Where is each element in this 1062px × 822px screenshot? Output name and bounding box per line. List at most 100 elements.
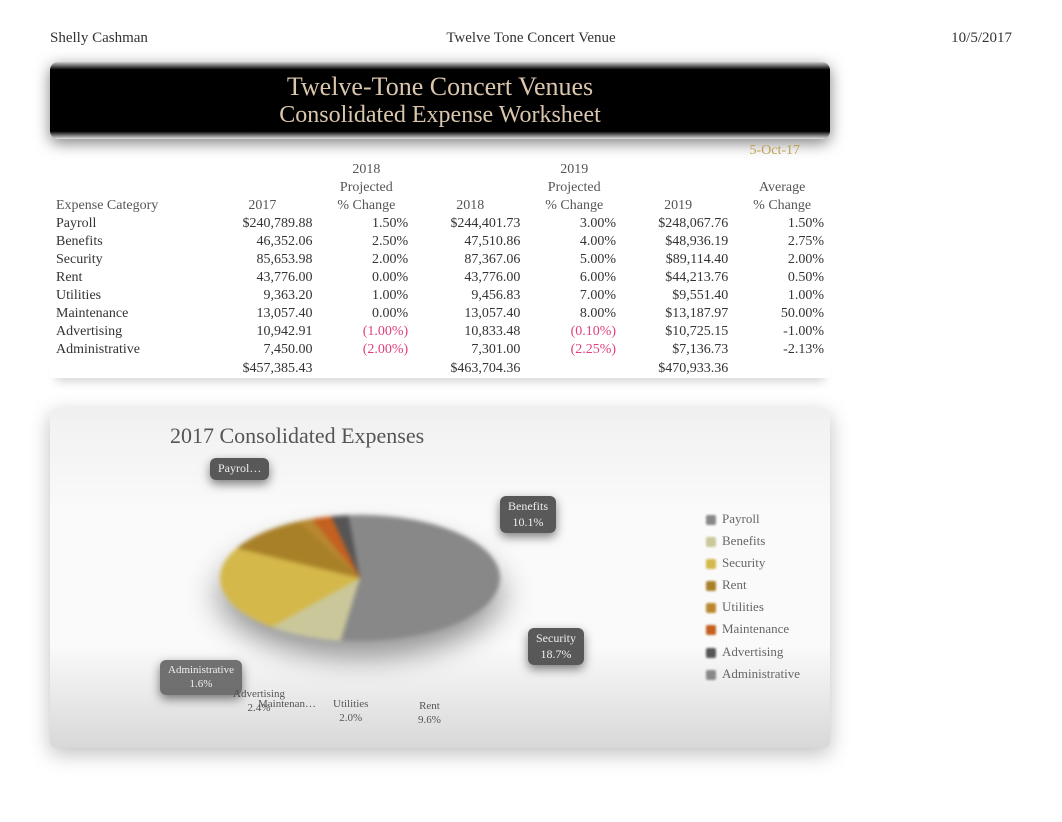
cell-2018: 47,510.86 [414, 233, 526, 251]
cell-avg: 2.75% [734, 233, 830, 251]
pie-graphic [220, 468, 500, 688]
cell-2017: 43,776.00 [206, 269, 318, 287]
table-row: Utilities9,363.201.00%9,456.837.00%$9,55… [50, 287, 830, 305]
cell-avg: 1.50% [734, 215, 830, 233]
cell-2017: 46,352.06 [206, 233, 318, 251]
header-title: Twelve Tone Concert Venue [371, 30, 692, 47]
cell-category: Advertising [50, 323, 206, 341]
col-2018-proj-c: % Change [319, 197, 415, 215]
col-2019: 2019 [622, 197, 734, 215]
col-2019-proj-c: % Change [526, 197, 622, 215]
cell-proj2018: 1.50% [319, 215, 415, 233]
slice-label-utilities: Utilities 2.0% [325, 694, 376, 729]
cell-avg: 1.00% [734, 287, 830, 305]
cell-proj2018: 0.00% [319, 305, 415, 323]
cell-avg: -1.00% [734, 323, 830, 341]
col-avg-b: % Change [734, 197, 830, 215]
cell-2018: $244,401.73 [414, 215, 526, 233]
cell-avg: -2.13% [734, 341, 830, 359]
legend-benefits: Benefits [706, 530, 800, 552]
table-row: Benefits46,352.062.50%47,510.864.00%$48,… [50, 233, 830, 251]
cell-2019: $248,067.76 [622, 215, 734, 233]
col-2018-proj-a: 2018 [319, 161, 415, 179]
total-2018: $463,704.36 [414, 359, 526, 378]
cell-proj2019: 4.00% [526, 233, 622, 251]
total-2019: $470,933.36 [622, 359, 734, 378]
table-row: Payroll$240,789.881.50%$244,401.733.00%$… [50, 215, 830, 233]
col-2018-proj-b: Projected [319, 179, 415, 197]
cell-2018: 87,367.06 [414, 251, 526, 269]
chart-title: 2017 Consolidated Expenses [170, 423, 424, 449]
pie-chart: 2017 Consolidated Expenses Payrol… Benef… [50, 408, 830, 748]
slice-label-administrative: Administrative 1.6% [160, 660, 242, 695]
table-row: Maintenance13,057.400.00%13,057.408.00%$… [50, 305, 830, 323]
cell-proj2019: (0.10%) [526, 323, 622, 341]
cell-2019: $48,936.19 [622, 233, 734, 251]
cell-2017: 7,450.00 [206, 341, 318, 359]
cell-2017: 9,363.20 [206, 287, 318, 305]
table-row: Advertising10,942.91(1.00%)10,833.48(0.1… [50, 323, 830, 341]
cell-2017: 85,653.98 [206, 251, 318, 269]
col-2019-proj-b: Projected [526, 179, 622, 197]
cell-category: Utilities [50, 287, 206, 305]
cell-2019: $44,213.76 [622, 269, 734, 287]
table-row: Security85,653.982.00%87,367.065.00%$89,… [50, 251, 830, 269]
cell-2017: 10,942.91 [206, 323, 318, 341]
cell-category: Payroll [50, 215, 206, 233]
col-avg-a: Average [734, 179, 830, 197]
legend-security: Security [706, 552, 800, 574]
cell-proj2018: (1.00%) [319, 323, 415, 341]
cell-category: Rent [50, 269, 206, 287]
header-author: Shelly Cashman [50, 30, 371, 47]
cell-2018: 10,833.48 [414, 323, 526, 341]
cell-proj2019: 8.00% [526, 305, 622, 323]
legend-maintenance: Maintenance [706, 618, 800, 640]
cell-2018: 13,057.40 [414, 305, 526, 323]
cell-avg: 50.00% [734, 305, 830, 323]
cell-proj2018: 2.00% [319, 251, 415, 269]
cell-2019: $10,725.15 [622, 323, 734, 341]
cell-proj2018: 1.00% [319, 287, 415, 305]
legend-payroll: Payroll [706, 508, 800, 530]
legend-advertising: Advertising [706, 641, 800, 663]
col-2019-proj-a: 2019 [526, 161, 622, 179]
cell-2019: $89,114.40 [622, 251, 734, 269]
page-header: Shelly Cashman Twelve Tone Concert Venue… [50, 30, 1012, 47]
slice-label-benefits: Benefits 10.1% [500, 496, 556, 533]
slice-label-rent: Rent 9.6% [410, 696, 449, 731]
cell-proj2019: (2.25%) [526, 341, 622, 359]
report-title-block: Twelve-Tone Concert Venues Consolidated … [50, 62, 830, 139]
cell-2018: 7,301.00 [414, 341, 526, 359]
col-2017: 2017 [206, 197, 318, 215]
total-row: $457,385.43 $463,704.36 $470,933.36 [50, 359, 830, 378]
cell-proj2018: 0.00% [319, 269, 415, 287]
cell-2019: $9,551.40 [622, 287, 734, 305]
cell-avg: 0.50% [734, 269, 830, 287]
chart-legend: Payroll Benefits Security Rent Utilities… [706, 508, 800, 685]
cell-proj2019: 3.00% [526, 215, 622, 233]
header-date: 10/5/2017 [691, 30, 1012, 47]
cell-proj2018: 2.50% [319, 233, 415, 251]
cell-category: Maintenance [50, 305, 206, 323]
cell-proj2018: (2.00%) [319, 341, 415, 359]
cell-2017: 13,057.40 [206, 305, 318, 323]
cell-proj2019: 6.00% [526, 269, 622, 287]
total-2017: $457,385.43 [206, 359, 318, 378]
cell-proj2019: 5.00% [526, 251, 622, 269]
expense-table: 2018 2019 Projected Projected Average Ex… [50, 161, 830, 378]
col-category: Expense Category [50, 197, 206, 215]
legend-utilities: Utilities [706, 596, 800, 618]
expense-tbody: Payroll$240,789.881.50%$244,401.733.00%$… [50, 215, 830, 359]
cell-2018: 9,456.83 [414, 287, 526, 305]
cell-avg: 2.00% [734, 251, 830, 269]
legend-rent: Rent [706, 574, 800, 596]
cell-proj2019: 7.00% [526, 287, 622, 305]
table-row: Rent43,776.000.00%43,776.006.00%$44,213.… [50, 269, 830, 287]
report-title-line2: Consolidated Expense Worksheet [70, 102, 810, 129]
cell-category: Administrative [50, 341, 206, 359]
report-title-line1: Twelve-Tone Concert Venues [70, 72, 810, 102]
cell-2017: $240,789.88 [206, 215, 318, 233]
cell-2018: 43,776.00 [414, 269, 526, 287]
cell-category: Benefits [50, 233, 206, 251]
cell-2019: $7,136.73 [622, 341, 734, 359]
